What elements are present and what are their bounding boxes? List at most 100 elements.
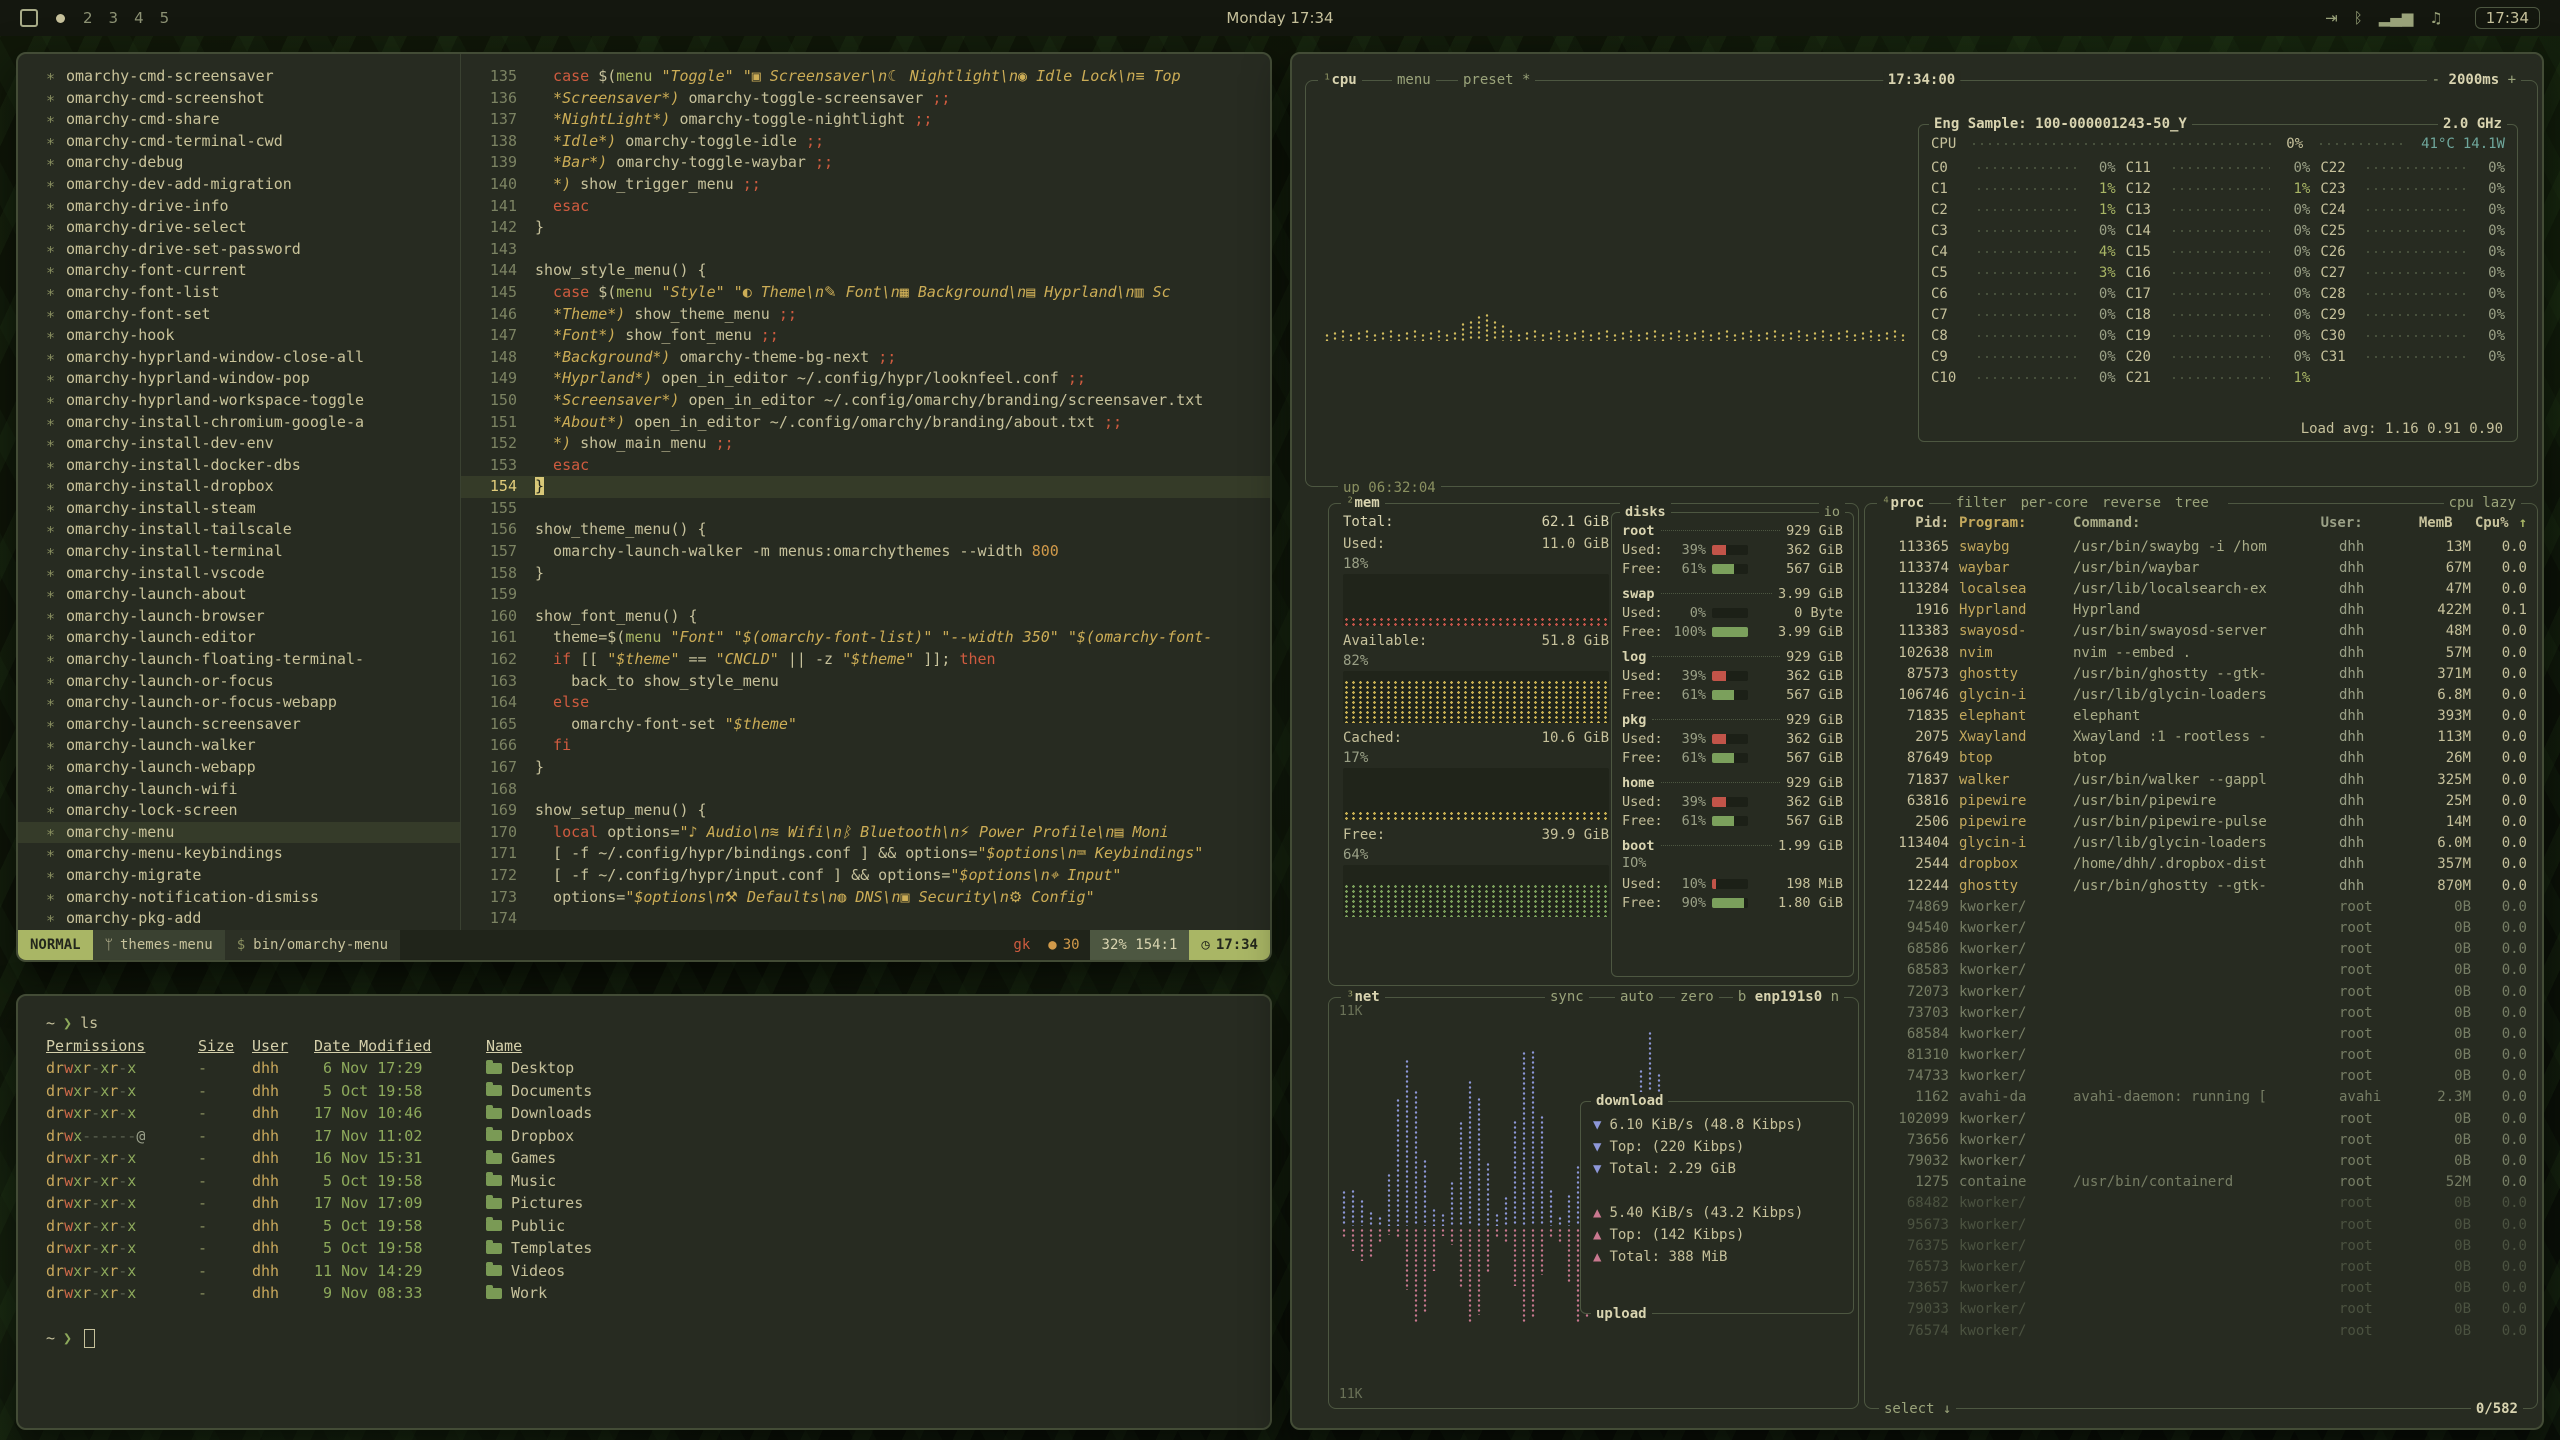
- code-line[interactable]: 141 esac: [461, 196, 1270, 218]
- per-core-button[interactable]: per-core: [2021, 495, 2088, 511]
- proc-row[interactable]: 74733kworker/root0B0.0: [1875, 1066, 2527, 1087]
- file-item[interactable]: ∗omarchy-dev-add-migration: [18, 174, 460, 196]
- iface-next-button[interactable]: n: [1831, 989, 1839, 1005]
- code-line[interactable]: 156show_theme_menu() {: [461, 519, 1270, 541]
- proc-row[interactable]: 113284localsea/usr/lib/localsearch-exdhh…: [1875, 578, 2527, 599]
- proc-row[interactable]: 113404glycin-i/usr/lib/glycin-loadersdhh…: [1875, 833, 2527, 854]
- code-line[interactable]: 142}: [461, 217, 1270, 239]
- proc-row[interactable]: 71837walker/usr/bin/walker --gappldhh325…: [1875, 769, 2527, 790]
- file-item[interactable]: ∗omarchy-launch-or-focus-webapp: [18, 692, 460, 714]
- file-item[interactable]: ∗omarchy-drive-info: [18, 196, 460, 218]
- code-line[interactable]: 147 *Font*) show_font_menu ;;: [461, 325, 1270, 347]
- proc-row[interactable]: 1275containe/usr/bin/containerdroot52M0.…: [1875, 1172, 2527, 1193]
- workspace-button[interactable]: 5: [160, 9, 170, 27]
- code-line[interactable]: 158}: [461, 563, 1270, 585]
- logout-icon[interactable]: ⇥: [2325, 9, 2338, 27]
- file-item[interactable]: ∗omarchy-drive-select: [18, 217, 460, 239]
- file-item[interactable]: ∗omarchy-cmd-screensaver: [18, 66, 460, 88]
- proc-row[interactable]: 87573ghostty/usr/bin/ghostty --gtk-dhh37…: [1875, 663, 2527, 684]
- proc-row[interactable]: 79033kworker/root0B0.0: [1875, 1299, 2527, 1320]
- code-line[interactable]: 149 *Hyprland*) open_in_editor ~/.config…: [461, 368, 1270, 390]
- proc-row[interactable]: 113365swaybg/usr/bin/swaybg -i /homdhh13…: [1875, 536, 2527, 557]
- file-item[interactable]: ∗omarchy-install-dev-env: [18, 433, 460, 455]
- code-line[interactable]: 150 *Screensaver*) open_in_editor ~/.con…: [461, 390, 1270, 412]
- proc-row[interactable]: 68482kworker/root0B0.0: [1875, 1193, 2527, 1214]
- code-line[interactable]: 167}: [461, 757, 1270, 779]
- file-item[interactable]: ∗omarchy-install-dropbox: [18, 476, 460, 498]
- code-line[interactable]: 143: [461, 239, 1270, 261]
- code-line[interactable]: 174: [461, 908, 1270, 930]
- file-item[interactable]: ∗omarchy-launch-webapp: [18, 757, 460, 779]
- proc-row[interactable]: 94540kworker/root0B0.0: [1875, 917, 2527, 938]
- code-line[interactable]: 155: [461, 498, 1270, 520]
- scroll-up-icon[interactable]: ↑: [2519, 515, 2527, 531]
- code-line[interactable]: 139 *Bar*) omarchy-toggle-waybar ;;: [461, 152, 1270, 174]
- proc-row[interactable]: 79032kworker/root0B0.0: [1875, 1150, 2527, 1171]
- proc-row[interactable]: 81310kworker/root0B0.0: [1875, 1045, 2527, 1066]
- file-item[interactable]: ∗omarchy-drive-set-password: [18, 239, 460, 261]
- code-line[interactable]: 157 omarchy-launch-walker -m menus:omarc…: [461, 541, 1270, 563]
- auto-button[interactable]: auto: [1615, 988, 1659, 1006]
- code-line[interactable]: 138 *Idle*) omarchy-toggle-idle ;;: [461, 131, 1270, 153]
- active-prompt[interactable]: ~ ❯: [46, 1327, 1242, 1350]
- workspace-button[interactable]: 3: [109, 9, 119, 27]
- code-line[interactable]: 136 *Screensaver*) omarchy-toggle-screen…: [461, 88, 1270, 110]
- file-item[interactable]: ∗omarchy-install-terminal: [18, 541, 460, 563]
- proc-row[interactable]: 74869kworker/root0B0.0: [1875, 896, 2527, 917]
- file-item[interactable]: ∗omarchy-launch-or-focus: [18, 671, 460, 693]
- code-line[interactable]: 153 esac: [461, 455, 1270, 477]
- proc-row[interactable]: 95673kworker/root0B0.0: [1875, 1214, 2527, 1235]
- code-line[interactable]: 165 omarchy-font-set "$theme": [461, 714, 1270, 736]
- file-item[interactable]: ∗omarchy-debug: [18, 152, 460, 174]
- volume-icon[interactable]: ♫: [2429, 9, 2442, 27]
- code-line[interactable]: 164 else: [461, 692, 1270, 714]
- file-item[interactable]: ∗omarchy-lock-screen: [18, 800, 460, 822]
- file-item[interactable]: ∗omarchy-hyprland-window-close-all: [18, 347, 460, 369]
- file-item[interactable]: ∗omarchy-launch-walker: [18, 735, 460, 757]
- signal-bars-icon[interactable]: ▂▄▆: [2379, 9, 2414, 27]
- iface-prev-button[interactable]: b: [1738, 989, 1746, 1005]
- workspace-button[interactable]: 4: [134, 9, 144, 27]
- workspace-button[interactable]: 2: [83, 9, 93, 27]
- proc-column-header[interactable]: Cpu%: [2463, 515, 2509, 531]
- code-line[interactable]: 170 local options="♪ Audio\n≋ Wifi\nᛒ Bl…: [461, 822, 1270, 844]
- file-item[interactable]: ∗omarchy-launch-about: [18, 584, 460, 606]
- code-line[interactable]: 169show_setup_menu() {: [461, 800, 1270, 822]
- proc-row[interactable]: 2506pipewire/usr/bin/pipewire-pulsedhh14…: [1875, 811, 2527, 832]
- code-line[interactable]: 148 *Background*) omarchy-theme-bg-next …: [461, 347, 1270, 369]
- file-item[interactable]: ∗omarchy-cmd-screenshot: [18, 88, 460, 110]
- proc-row[interactable]: 68583kworker/root0B0.0: [1875, 960, 2527, 981]
- menu-button[interactable]: menu: [1392, 71, 1436, 89]
- code-line[interactable]: 159: [461, 584, 1270, 606]
- code-line[interactable]: 173 options="$options\n⚒ Defaults\n◍ DNS…: [461, 887, 1270, 909]
- proc-row[interactable]: 72073kworker/root0B0.0: [1875, 981, 2527, 1002]
- file-item[interactable]: ∗omarchy-font-set: [18, 304, 460, 326]
- proc-column-header[interactable]: Pid:: [1875, 515, 1949, 531]
- proc-row[interactable]: 76573kworker/root0B0.0: [1875, 1256, 2527, 1277]
- proc-row[interactable]: 106746glycin-i/usr/lib/glycin-loadersdhh…: [1875, 684, 2527, 705]
- code-line[interactable]: 160show_font_menu() {: [461, 606, 1270, 628]
- proc-row[interactable]: 113374waybar/usr/bin/waybardhh67M0.0: [1875, 557, 2527, 578]
- file-item[interactable]: ∗omarchy-install-chromium-google-a: [18, 412, 460, 434]
- code-line[interactable]: 161 theme=$(menu "Font" "$(omarchy-font-…: [461, 627, 1270, 649]
- interval-minus-button[interactable]: -: [2432, 72, 2440, 88]
- proc-row[interactable]: 113383swayosd-/usr/bin/swayosd-serverdhh…: [1875, 621, 2527, 642]
- code-line[interactable]: 137 *NightLight*) omarchy-toggle-nightli…: [461, 109, 1270, 131]
- code-line[interactable]: 145 case $(menu "Style" "◐ Theme\n✎ Font…: [461, 282, 1270, 304]
- reverse-button[interactable]: reverse: [2102, 495, 2161, 511]
- file-item[interactable]: ∗omarchy-hook: [18, 325, 460, 347]
- file-item[interactable]: ∗omarchy-cmd-terminal-cwd: [18, 131, 460, 153]
- editor-window[interactable]: ∗omarchy-cmd-screensaver∗omarchy-cmd-scr…: [16, 52, 1272, 962]
- workspace-1-icon[interactable]: [20, 9, 38, 27]
- file-item[interactable]: ∗omarchy-install-vscode: [18, 563, 460, 585]
- proc-row[interactable]: 68584kworker/root0B0.0: [1875, 1023, 2527, 1044]
- terminal-body[interactable]: ~ ❯ ls PermissionsSizeUserDate ModifiedN…: [18, 996, 1270, 1428]
- code-line[interactable]: 152 *) show_main_menu ;;: [461, 433, 1270, 455]
- proc-column-header[interactable]: MemB: [2397, 515, 2453, 531]
- proc-row[interactable]: 2544dropbox/home/dhh/.dropbox-distdhh357…: [1875, 854, 2527, 875]
- proc-row[interactable]: 12244ghostty/usr/bin/ghostty --gtk-dhh87…: [1875, 875, 2527, 896]
- interval-plus-button[interactable]: +: [2508, 72, 2516, 88]
- file-item[interactable]: ∗omarchy-menu-keybindings: [18, 843, 460, 865]
- sync-button[interactable]: sync: [1545, 988, 1589, 1006]
- proc-row[interactable]: 2075XwaylandXwayland :1 -rootless -dhh11…: [1875, 727, 2527, 748]
